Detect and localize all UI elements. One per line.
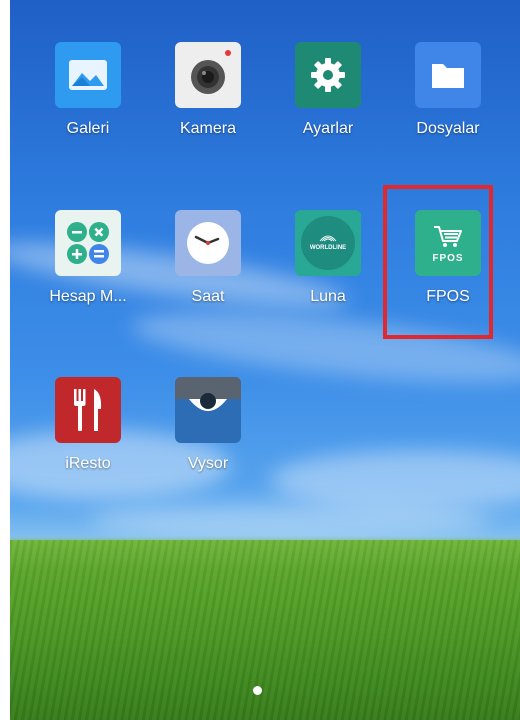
wallpaper-grass bbox=[10, 540, 520, 720]
app-label: Galeri bbox=[66, 120, 110, 137]
page-indicator-dot[interactable] bbox=[253, 686, 262, 695]
app-saat[interactable]: Saat bbox=[153, 210, 263, 330]
app-ayarlar[interactable]: Ayarlar bbox=[273, 42, 383, 162]
app-label: Dosyalar bbox=[416, 120, 480, 137]
calculator-icon bbox=[55, 210, 121, 276]
app-dosyalar[interactable]: Dosyalar bbox=[393, 42, 503, 162]
fork-knife-icon bbox=[55, 377, 121, 443]
camera-icon bbox=[175, 42, 241, 108]
app-label: iResto bbox=[65, 455, 111, 472]
luna-worldline-icon: WORLDLINE bbox=[295, 210, 361, 276]
app-label: Luna bbox=[310, 288, 346, 305]
app-galeri[interactable]: Galeri bbox=[33, 42, 143, 162]
app-label: Saat bbox=[191, 288, 225, 305]
app-label: Ayarlar bbox=[302, 120, 354, 137]
app-label: Kamera bbox=[179, 120, 237, 137]
vysor-eye-icon bbox=[175, 377, 241, 443]
wallpaper-cloud bbox=[90, 500, 490, 540]
clock-icon bbox=[175, 210, 241, 276]
gallery-icon bbox=[55, 42, 121, 108]
app-iresto[interactable]: iResto bbox=[33, 377, 143, 497]
app-label: Hesap M... bbox=[49, 288, 127, 305]
app-label: Vysor bbox=[187, 455, 229, 472]
settings-gear-icon bbox=[295, 42, 361, 108]
luna-brand-text: WORLDLINE bbox=[310, 245, 346, 251]
folder-icon bbox=[415, 42, 481, 108]
app-luna[interactable]: WORLDLINE Luna bbox=[273, 210, 383, 330]
app-hesap-makinesi[interactable]: Hesap M... bbox=[33, 210, 143, 330]
app-vysor[interactable]: Vysor bbox=[153, 377, 263, 497]
app-kamera[interactable]: Kamera bbox=[153, 42, 263, 162]
fpos-highlight-box bbox=[383, 185, 493, 339]
